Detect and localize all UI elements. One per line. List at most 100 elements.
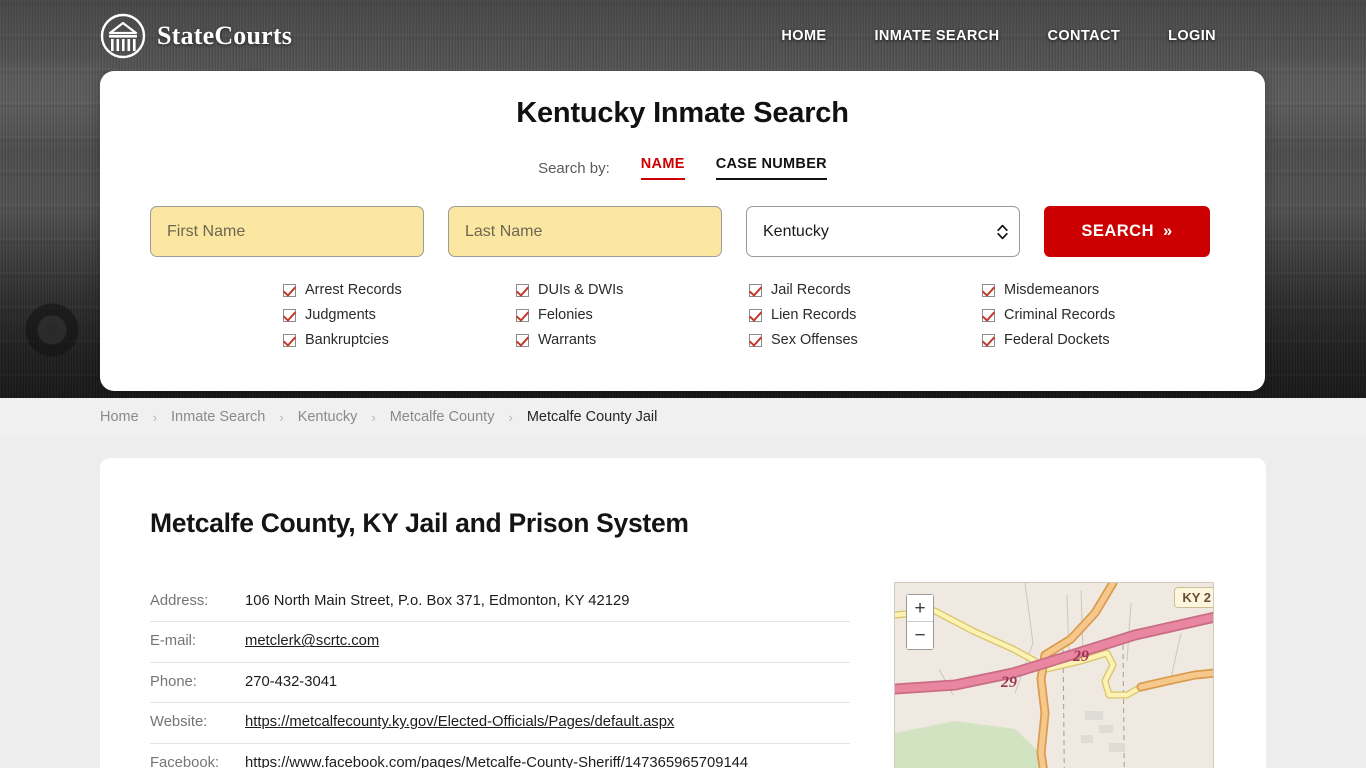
checkbox-checked-icon[interactable] bbox=[982, 283, 995, 297]
zoom-out-button[interactable]: − bbox=[907, 622, 933, 649]
top-navigation-bar: StateCourts HOME INMATE SEARCH CONTACT L… bbox=[0, 0, 1366, 72]
first-name-input[interactable] bbox=[150, 206, 424, 257]
category-judgments[interactable]: Judgments bbox=[283, 307, 516, 323]
breadcrumb-item-current: Metcalfe County Jail bbox=[526, 409, 658, 425]
info-label: Website: bbox=[150, 714, 208, 731]
road-label-29-left: 29 bbox=[1000, 674, 1017, 691]
category-duis-dwis[interactable]: DUIs & DWIs bbox=[516, 282, 749, 298]
category-warrants[interactable]: Warrants bbox=[516, 332, 749, 348]
hero-header: StateCourts HOME INMATE SEARCH CONTACT L… bbox=[0, 0, 1366, 398]
facility-detail-card: Metcalfe County, KY Jail and Prison Syst… bbox=[100, 458, 1266, 768]
map-tiles: 29 29 bbox=[895, 583, 1213, 768]
zoom-in-button[interactable]: + bbox=[907, 595, 933, 622]
nav-item-inmate-search[interactable]: INMATE SEARCH bbox=[875, 28, 1000, 44]
info-row-facebook: Facebook: https://www.facebook.com/pages… bbox=[150, 744, 850, 768]
nav-item-home[interactable]: HOME bbox=[781, 28, 826, 44]
checkbox-checked-icon[interactable] bbox=[516, 308, 529, 322]
info-value: 270-432-3041 bbox=[245, 673, 338, 690]
search-by-row: Search by: NAME CASE NUMBER bbox=[150, 156, 1215, 180]
checkbox-checked-icon[interactable] bbox=[982, 333, 995, 347]
category-label: Warrants bbox=[538, 332, 597, 348]
category-label: Criminal Records bbox=[1004, 307, 1116, 323]
category-label: Misdemeanors bbox=[1004, 282, 1100, 298]
category-label: Arrest Records bbox=[305, 282, 402, 298]
info-label: Address: bbox=[150, 593, 209, 609]
category-felonies[interactable]: Felonies bbox=[516, 307, 749, 323]
checkbox-checked-icon[interactable] bbox=[283, 283, 296, 297]
content-area: Metcalfe County, KY Jail and Prison Syst… bbox=[0, 436, 1366, 768]
road-label-29-right: 29 bbox=[1072, 648, 1089, 665]
info-value: https://metcalfecounty.ky.gov/Elected-Of… bbox=[245, 712, 674, 733]
email-link[interactable]: metclerk@scrtc.com bbox=[245, 633, 379, 649]
search-button-label: SEARCH bbox=[1081, 222, 1154, 240]
category-arrest-records[interactable]: Arrest Records bbox=[283, 282, 516, 298]
brand-logo[interactable]: StateCourts bbox=[100, 13, 292, 59]
info-value: https://www.facebook.com/pages/Metcalfe-… bbox=[245, 753, 748, 768]
double-chevron-right-icon: » bbox=[1163, 222, 1173, 240]
breadcrumb: Home › Inmate Search › Kentucky › Metcal… bbox=[0, 398, 1366, 436]
category-label: DUIs & DWIs bbox=[538, 282, 624, 298]
breadcrumb-item-metcalfe-county[interactable]: Metcalfe County bbox=[390, 409, 495, 425]
map-zoom-controls[interactable]: + − bbox=[906, 594, 934, 650]
search-form-row: Kentucky SEARCH » bbox=[150, 206, 1215, 257]
tab-name[interactable]: NAME bbox=[640, 156, 685, 180]
category-sex-offenses[interactable]: Sex Offenses bbox=[749, 332, 982, 348]
category-label: Sex Offenses bbox=[771, 332, 858, 348]
record-category-list: Arrest Records DUIs & DWIs Jail Records … bbox=[150, 282, 1215, 348]
category-label: Felonies bbox=[538, 307, 593, 323]
breadcrumb-separator-icon: › bbox=[152, 409, 158, 425]
page-title: Metcalfe County, KY Jail and Prison Syst… bbox=[150, 508, 689, 538]
category-lien-records[interactable]: Lien Records bbox=[749, 307, 982, 323]
category-misdemeanors[interactable]: Misdemeanors bbox=[982, 282, 1215, 298]
last-name-input[interactable] bbox=[448, 206, 722, 257]
breadcrumb-separator-icon: › bbox=[371, 409, 376, 425]
facility-body: Address: 106 North Main Street, P.o. Box… bbox=[150, 582, 1216, 768]
breadcrumb-item-inmate-search[interactable]: Inmate Search bbox=[171, 409, 265, 425]
checkbox-checked-icon[interactable] bbox=[283, 308, 296, 322]
location-map[interactable]: 29 29 + − KY 2 bbox=[894, 582, 1214, 768]
breadcrumb-separator-icon: › bbox=[508, 409, 513, 425]
info-row-address: Address: 106 North Main Street, P.o. Box… bbox=[150, 582, 850, 623]
nav-item-login[interactable]: LOGIN bbox=[1168, 28, 1216, 44]
checkbox-checked-icon[interactable] bbox=[982, 308, 995, 322]
category-criminal-records[interactable]: Criminal Records bbox=[982, 307, 1215, 323]
info-row-website: Website: https://metcalfecounty.ky.gov/E… bbox=[150, 703, 850, 744]
category-label: Federal Dockets bbox=[1004, 332, 1110, 348]
nav-item-contact[interactable]: CONTACT bbox=[1047, 28, 1120, 44]
category-jail-records[interactable]: Jail Records bbox=[749, 282, 982, 298]
facility-info-table: Address: 106 North Main Street, P.o. Box… bbox=[150, 582, 850, 768]
search-card-title: Kentucky Inmate Search bbox=[516, 97, 849, 129]
info-row-phone: Phone: 270-432-3041 bbox=[150, 663, 850, 704]
breadcrumb-item-kentucky[interactable]: Kentucky bbox=[298, 409, 358, 425]
info-label: E-mail: bbox=[150, 633, 197, 650]
tab-case-number[interactable]: CASE NUMBER bbox=[715, 156, 827, 180]
info-label: Facebook: bbox=[150, 754, 220, 768]
category-label: Jail Records bbox=[771, 282, 851, 298]
checkbox-checked-icon[interactable] bbox=[516, 333, 529, 347]
courthouse-circle-icon bbox=[100, 13, 146, 59]
facebook-link[interactable]: https://www.facebook.com/pages/Metcalfe-… bbox=[245, 755, 748, 768]
category-label: Lien Records bbox=[771, 307, 857, 323]
breadcrumb-item-home[interactable]: Home bbox=[100, 409, 139, 425]
checkbox-checked-icon[interactable] bbox=[749, 308, 762, 322]
website-link[interactable]: https://metcalfecounty.ky.gov/Elected-Of… bbox=[245, 714, 674, 730]
category-federal-dockets[interactable]: Federal Dockets bbox=[982, 332, 1215, 348]
primary-nav: HOME INMATE SEARCH CONTACT LOGIN bbox=[781, 28, 1216, 44]
breadcrumb-separator-icon: › bbox=[279, 409, 284, 425]
info-value: 106 North Main Street, P.o. Box 371, Edm… bbox=[245, 593, 630, 609]
checkbox-checked-icon[interactable] bbox=[749, 333, 762, 347]
checkbox-checked-icon[interactable] bbox=[516, 283, 529, 297]
info-label: Phone: bbox=[150, 673, 197, 690]
checkbox-checked-icon[interactable] bbox=[283, 333, 296, 347]
search-button[interactable]: SEARCH » bbox=[1044, 206, 1210, 257]
checkbox-checked-icon[interactable] bbox=[749, 283, 762, 297]
info-row-email: E-mail: metclerk@scrtc.com bbox=[150, 622, 850, 663]
category-bankruptcies[interactable]: Bankruptcies bbox=[283, 332, 516, 348]
state-select[interactable]: Kentucky bbox=[746, 206, 1020, 257]
inmate-search-card: Kentucky Inmate Search Search by: NAME C… bbox=[100, 71, 1265, 391]
state-select-wrapper: Kentucky bbox=[746, 206, 1020, 257]
search-by-label: Search by: bbox=[538, 159, 610, 177]
category-label: Judgments bbox=[305, 307, 376, 323]
info-value: metclerk@scrtc.com bbox=[245, 631, 379, 652]
brand-name: StateCourts bbox=[157, 21, 293, 50]
